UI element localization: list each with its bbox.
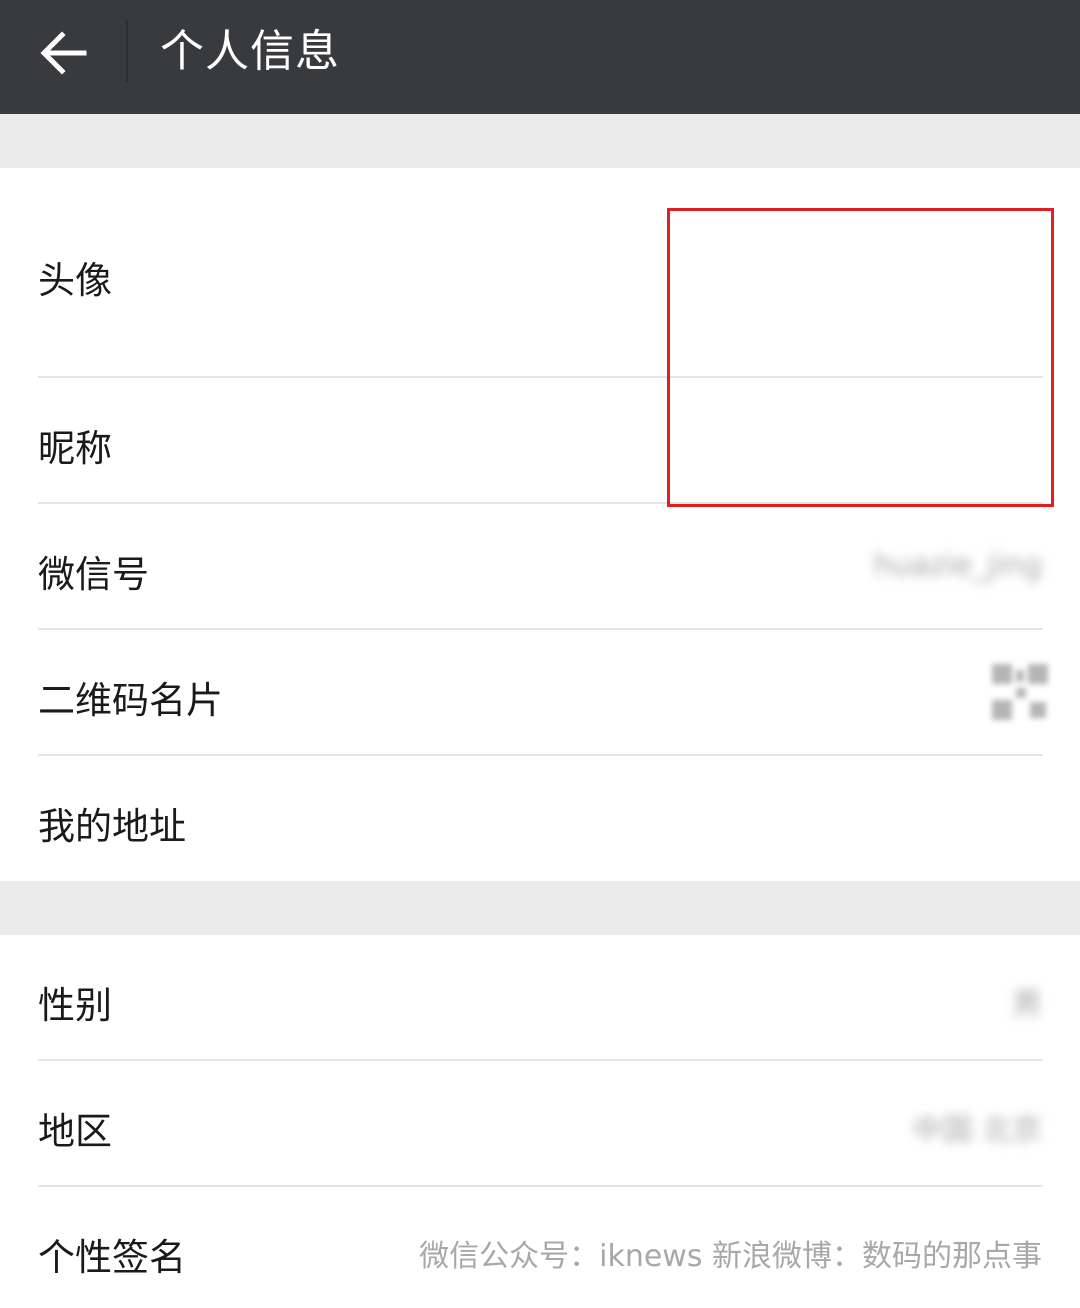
row-label-wechat-id: 微信号 [38, 553, 149, 596]
row-label-avatar: 头像 [38, 259, 112, 302]
row-label-region: 地区 [38, 1110, 112, 1153]
highlight-box [667, 208, 1054, 507]
region-value: 中国 北京 [912, 1113, 1042, 1148]
row-qr-card[interactable]: 二维码名片 [0, 630, 1080, 755]
row-signature[interactable]: 个性签名 微信公众号：iknews 新浪微博：数码的那点事 [0, 1187, 1080, 1308]
row-label-my-address: 我的地址 [38, 805, 186, 848]
row-wechat-id[interactable]: 微信号 huazie_jing [0, 504, 1080, 629]
gender-value: 男 [1012, 987, 1042, 1022]
wechat-id-value: huazie_jing [873, 548, 1042, 583]
arrow-left-icon [40, 31, 87, 75]
header-divider [126, 20, 128, 82]
row-gender[interactable]: 性别 男 [0, 935, 1080, 1060]
row-region[interactable]: 地区 中国 北京 [0, 1061, 1080, 1186]
page-title: 个人信息 [160, 26, 340, 77]
row-label-nickname: 昵称 [38, 427, 112, 470]
back-button[interactable] [0, 0, 126, 114]
signature-value: 微信公众号：iknews 新浪微博：数码的那点事 [419, 1239, 1042, 1274]
app-header: 个人信息 [0, 0, 1080, 114]
details-section: 性别 男 地区 中国 北京 个性签名 微信公众号：iknews 新浪微博：数码的… [0, 935, 1080, 1308]
row-label-gender: 性别 [38, 984, 112, 1027]
row-label-qr-card: 二维码名片 [38, 679, 223, 722]
row-my-address[interactable]: 我的地址 [0, 756, 1080, 881]
qr-code-icon [992, 664, 1048, 720]
row-label-signature: 个性签名 [38, 1236, 186, 1279]
